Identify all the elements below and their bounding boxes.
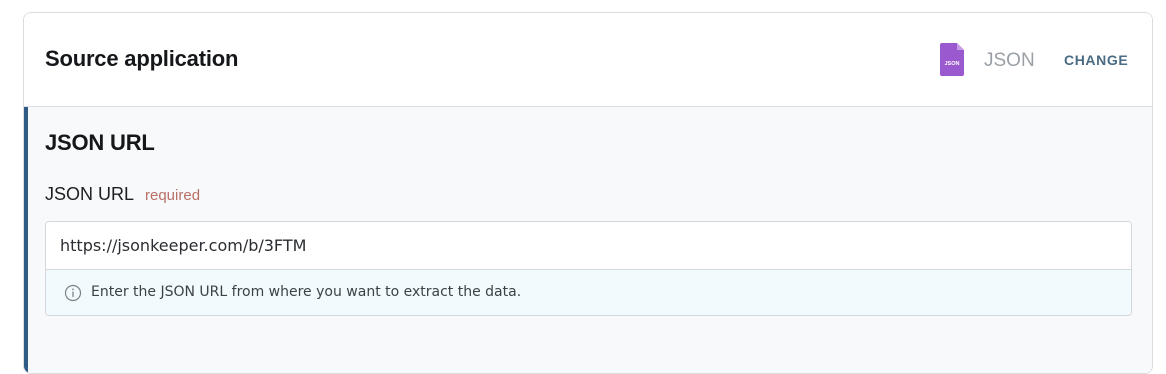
json-file-icon: JSON [940,43,964,76]
card-title: Source application [45,46,239,71]
change-button[interactable]: CHANGE [1054,48,1138,72]
required-indicator: required [145,187,201,204]
json-url-section: JSON URL JSON URL required Enter the JSO… [24,107,1152,373]
help-text: Enter the JSON URL from where you want t… [91,284,522,300]
source-application-card: Source application JSON JSON CHANGE JSON… [23,12,1153,374]
json-file-icon-text: JSON [945,61,960,67]
json-url-field: Enter the JSON URL from where you want t… [45,221,1132,316]
json-url-label: JSON URL [45,184,135,204]
selected-app-name: JSON [984,50,1035,71]
json-url-input[interactable] [46,222,1131,270]
card-header: Source application JSON JSON CHANGE [24,13,1152,107]
section-title: JSON URL [45,130,155,155]
field-help: Enter the JSON URL from where you want t… [46,270,1131,315]
info-icon [64,284,82,302]
